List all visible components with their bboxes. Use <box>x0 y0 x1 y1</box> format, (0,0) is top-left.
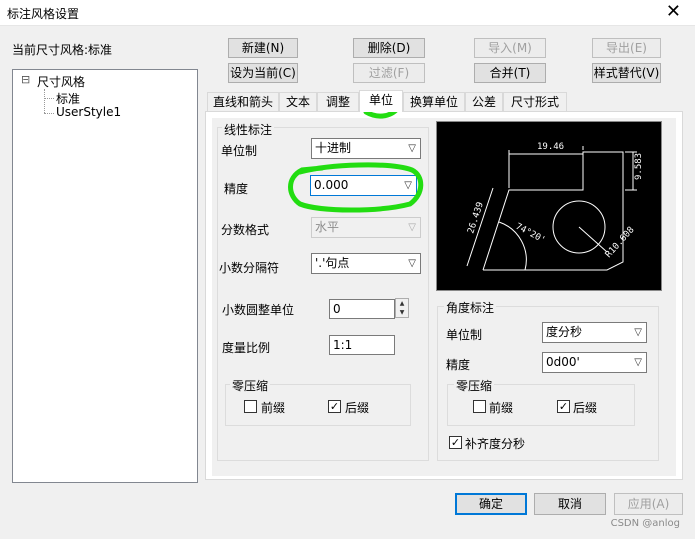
ok-button[interactable]: 确定 <box>455 493 527 515</box>
apply-button[interactable]: 应用(A) <box>614 493 683 515</box>
watermark: CSDN @anlog <box>610 518 680 529</box>
tab-units[interactable]: 单位 <box>359 90 403 112</box>
cancel-button[interactable]: 取消 <box>534 493 606 515</box>
precision-highlight-mark <box>288 162 424 213</box>
annotation-overlay <box>288 105 424 213</box>
